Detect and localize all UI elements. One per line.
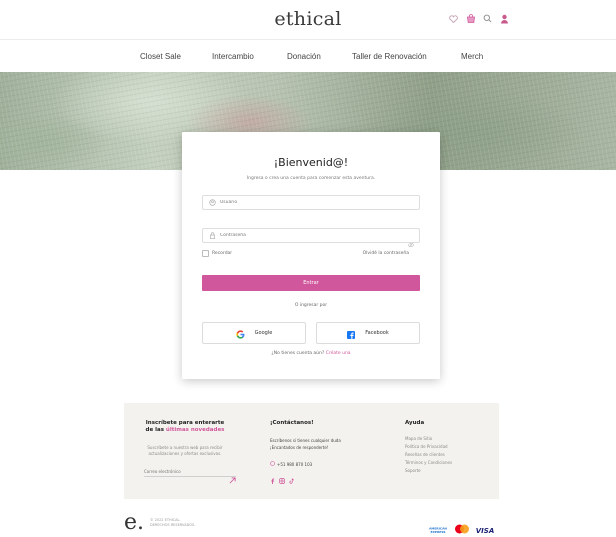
help-link-terms[interactable]: Términos y Condiciones	[405, 460, 452, 466]
subscribe-text: Suscríbete a nuestra web para recibir ac…	[147, 445, 223, 456]
forgot-password-link[interactable]: Olvidé la contraseña	[363, 251, 409, 256]
nav-item-donacion[interactable]: Donación	[287, 52, 321, 61]
username-input[interactable]	[220, 200, 400, 205]
phone-number[interactable]: +51 980 870 103	[277, 462, 312, 468]
signup-row: ¿No tienes cuenta aún? Créate una	[182, 351, 440, 356]
instagram-icon[interactable]	[279, 469, 285, 488]
help-link-reviews[interactable]: Reseñas de clientes	[405, 452, 445, 458]
svg-text:VISA: VISA	[476, 527, 494, 535]
cart-icon[interactable]	[465, 13, 476, 24]
login-card: ¡Bienvenid@! Ingresa o crea una cuenta p…	[182, 132, 440, 379]
help-link-support[interactable]: Soporte	[405, 468, 421, 474]
login-subtitle: Ingresa o crea una cuenta para comenzar …	[246, 176, 376, 181]
tiktok-icon[interactable]	[289, 469, 295, 488]
nav-item-taller-renovacion[interactable]: Taller de Renovación	[352, 52, 427, 61]
help-link-privacy[interactable]: Política de Privacidad	[405, 444, 448, 450]
user-icon[interactable]	[499, 13, 510, 24]
phone-row: +51 980 870 103	[270, 461, 312, 468]
visa-icon: VISA	[476, 520, 494, 537]
help-title: Ayuda	[405, 420, 425, 426]
send-icon[interactable]	[229, 469, 236, 488]
svg-text:EXPRESS: EXPRESS	[430, 530, 445, 534]
enter-button[interactable]: Entrar	[202, 275, 420, 291]
site-header: ethical	[0, 0, 616, 40]
header-icons	[448, 13, 510, 24]
nav-item-merch[interactable]: Merch	[461, 52, 483, 61]
subscribe-title-prefix: de las	[145, 427, 164, 433]
amex-icon: AMERICAN EXPRESS	[428, 520, 448, 537]
nav-item-closet-sale[interactable]: Closet Sale	[140, 52, 181, 61]
copyright-line2: DERECHOS RESERVADOS.	[150, 523, 196, 527]
contact-title: ¡Contáctanos!	[270, 420, 314, 426]
password-field[interactable]	[202, 228, 420, 248]
no-account-text: ¿No tienes cuenta aún?	[271, 351, 325, 356]
facebook-label: Facebook	[365, 330, 389, 336]
lock-icon	[209, 232, 216, 239]
subscribe-title: Inscríbete para enterarte de las últimas…	[145, 420, 225, 434]
remember-checkbox[interactable]	[202, 250, 209, 257]
facebook-login-button[interactable]: Facebook	[316, 322, 420, 344]
google-label: Google	[254, 330, 273, 336]
heart-icon[interactable]	[448, 13, 459, 24]
subscribe-title-line2: de las últimas novedades	[145, 427, 225, 434]
main-nav: Closet Sale Intercambio Donación Taller …	[0, 40, 616, 72]
eye-icon[interactable]	[408, 233, 414, 248]
subscribe-title-line1: Inscríbete para enterarte	[145, 420, 225, 426]
create-account-link[interactable]: Créate una	[326, 351, 351, 356]
search-icon[interactable]	[482, 13, 493, 24]
remember-row: Recordar	[202, 250, 232, 257]
facebook-social-icon[interactable]	[270, 469, 275, 488]
social-links	[270, 469, 295, 488]
footer-logo[interactable]: e.	[124, 512, 144, 534]
remember-label: Recordar	[212, 251, 233, 256]
login-title: ¡Bienvenid@!	[273, 156, 349, 169]
google-login-button[interactable]: Google	[202, 322, 306, 344]
nav-item-intercambio[interactable]: Intercambio	[212, 52, 254, 61]
site-logo[interactable]: ethical	[0, 8, 616, 30]
or-login-label: O ingresar por	[294, 303, 328, 308]
username-field[interactable]	[202, 195, 420, 210]
contact-text-1: Escríbenos si tienes cualquier duda	[270, 438, 341, 443]
facebook-icon	[347, 324, 356, 343]
email-subscribe-field[interactable]	[144, 469, 236, 484]
whatsapp-icon[interactable]	[270, 461, 275, 468]
help-link-sitemap[interactable]: Mapa de Sitio	[405, 436, 432, 442]
mastercard-icon	[454, 519, 470, 537]
email-subscribe-input[interactable]	[144, 469, 224, 474]
password-input[interactable]	[220, 233, 400, 238]
user-outline-icon	[209, 199, 216, 206]
google-icon	[236, 324, 245, 343]
contact-text-2: ¡Encantados de responderte!	[270, 445, 329, 450]
copyright: © 2022 ETHICAL. DERECHOS RESERVADOS.	[150, 518, 195, 528]
subscribe-title-highlight: últimas novedades	[165, 427, 225, 433]
